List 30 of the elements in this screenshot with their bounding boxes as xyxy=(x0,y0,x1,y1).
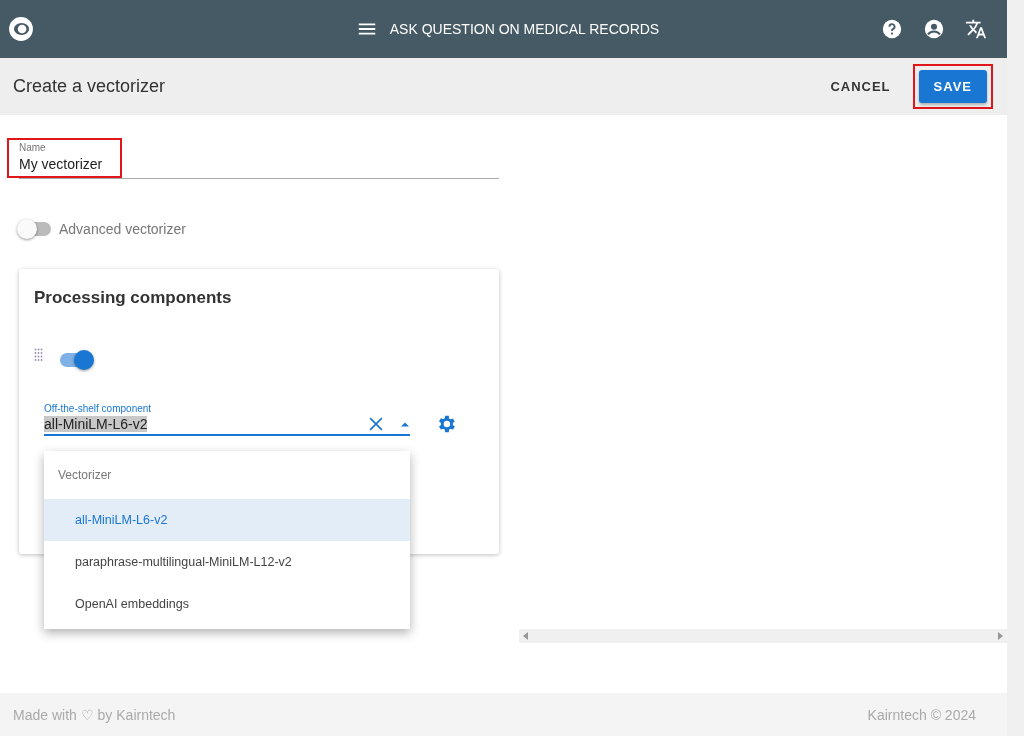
component-select[interactable]: Off-the-shelf component all-MiniLM-L6-v2 xyxy=(44,403,410,436)
footer-credit: Made with ♡ by Kairntech xyxy=(13,706,176,723)
app-title: ASK QUESTION ON MEDICAL RECORDS xyxy=(389,21,660,37)
caret-icon[interactable] xyxy=(400,421,410,427)
help-icon[interactable] xyxy=(881,18,903,40)
field-label: Name xyxy=(19,142,47,153)
scroll-right-icon[interactable] xyxy=(997,632,1003,640)
menu-group-header: Vectorizer xyxy=(57,467,113,484)
translate-icon[interactable] xyxy=(965,18,987,40)
toggle-switch[interactable] xyxy=(60,353,92,367)
account-icon[interactable] xyxy=(923,18,945,40)
toggle-switch[interactable] xyxy=(19,222,51,236)
field-value: My vectorizer xyxy=(19,156,103,172)
save-button[interactable]: SAVE xyxy=(918,70,987,103)
menu-item[interactable]: OpenAI embeddings xyxy=(44,583,410,625)
toggle-label: Advanced vectorizer xyxy=(59,221,186,237)
drag-handle-icon[interactable] xyxy=(34,348,44,362)
menu-item[interactable]: all-MiniLM-L6-v2 xyxy=(44,499,410,541)
cancel-button[interactable]: CANCEL xyxy=(822,73,899,100)
horizontal-scrollbar[interactable] xyxy=(519,629,1007,643)
name-field[interactable]: Name My vectorizer xyxy=(7,137,499,179)
field-label: Off-the-shelf component xyxy=(44,403,153,414)
scroll-left-icon[interactable] xyxy=(523,632,529,640)
eye-logo-icon[interactable] xyxy=(8,16,34,42)
page-title: Create a vectorizer xyxy=(13,76,166,97)
vertical-scrollbar[interactable] xyxy=(1007,0,1024,736)
menu-item[interactable]: paraphrase-multilingual-MiniLM-L12-v2 xyxy=(44,541,410,583)
card-title: Processing components xyxy=(34,287,233,308)
field-value: all-MiniLM-L6-v2 xyxy=(44,416,148,432)
copyright-text: Kairntech © 2024 xyxy=(867,706,976,723)
